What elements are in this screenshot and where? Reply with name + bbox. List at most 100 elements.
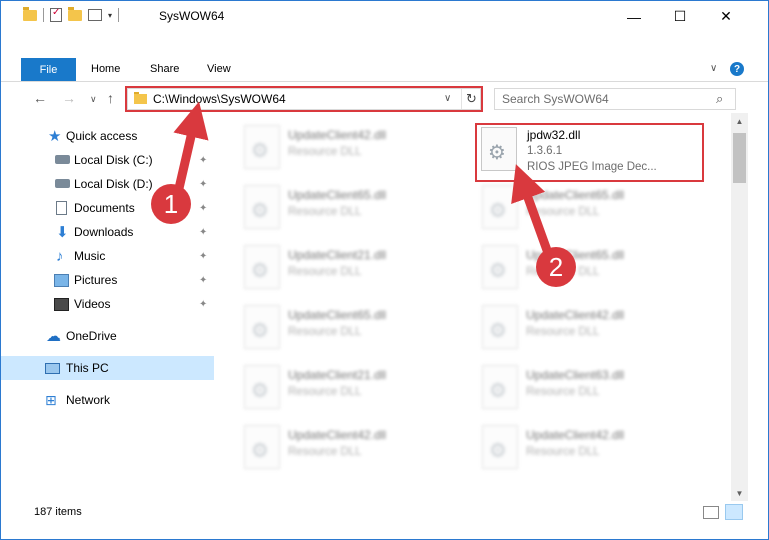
sidebar-item-label: This PC: [66, 361, 109, 375]
file-tile[interactable]: UpdateClient42.dll Resource DLL: [476, 421, 706, 477]
pin-icon[interactable]: ✦: [199, 299, 207, 310]
file-tile[interactable]: UpdateClient63.dll Resource DLL: [476, 361, 706, 417]
file-tile[interactable]: UpdateClient65.dll Resource DLL: [238, 301, 468, 357]
toolbar-separator: [118, 8, 120, 22]
tab-home[interactable]: Home: [91, 63, 120, 75]
file-type: Resource DLL: [526, 326, 600, 338]
details-view-icon[interactable]: [703, 506, 719, 519]
close-button[interactable]: ✕: [703, 1, 749, 32]
pin-icon[interactable]: ✦: [199, 251, 207, 262]
pin-icon[interactable]: ✦: [199, 227, 207, 238]
tab-view[interactable]: View: [207, 63, 231, 75]
dll-file-icon: [244, 185, 280, 229]
file-tile[interactable]: UpdateClient65.dll Resource DLL: [238, 181, 468, 237]
pin-icon[interactable]: ✦: [199, 155, 207, 166]
file-name: UpdateClient42.dll: [526, 428, 625, 442]
dll-file-icon: [244, 305, 280, 349]
sidebar-item-label: Quick access: [66, 129, 138, 143]
pin-icon[interactable]: ✦: [199, 203, 207, 214]
file-name: UpdateClient42.dll: [288, 428, 387, 442]
navigation-pane: ★ Quick access Local Disk (C:) ✦ Local D…: [1, 119, 214, 499]
sidebar-item-downloads[interactable]: ⬇ Downloads ✦: [1, 220, 214, 244]
file-tile[interactable]: UpdateClient65.dll Resource DLL: [476, 241, 706, 297]
file-tile-jpdw32[interactable]: jpdw32.dll 1.3.6.1 RIOS JPEG Image Dec..…: [477, 125, 702, 181]
dll-file-icon: [482, 365, 518, 409]
pin-icon[interactable]: ✦: [199, 179, 207, 190]
documents-icon: [56, 201, 67, 215]
file-tile[interactable]: UpdateClient21.dll Resource DLL: [238, 241, 468, 297]
tab-share[interactable]: Share: [150, 63, 179, 75]
sidebar-item-label: Pictures: [74, 273, 118, 287]
back-button[interactable]: ←: [33, 90, 47, 106]
properties-icon[interactable]: [50, 7, 62, 22]
file-type: Resource DLL: [526, 206, 600, 218]
file-name: UpdateClient21.dll: [288, 248, 387, 262]
minimize-button[interactable]: —: [611, 1, 657, 32]
recent-locations-button[interactable]: ∨: [90, 94, 97, 105]
network-icon: ⊞: [45, 391, 57, 408]
file-type: Resource DLL: [288, 326, 362, 338]
file-name: UpdateClient65.dll: [288, 308, 387, 322]
file-type: Resource DLL: [288, 266, 362, 278]
sidebar-item-documents[interactable]: Documents ✦: [1, 196, 214, 220]
tab-file[interactable]: File: [21, 58, 76, 81]
sidebar-item-this-pc[interactable]: This PC: [1, 356, 214, 380]
search-input[interactable]: Search SysWOW64: [502, 92, 609, 106]
sidebar-item-label: OneDrive: [66, 329, 117, 343]
sidebar-item-network[interactable]: ⊞ Network: [1, 388, 214, 412]
large-icons-view-icon[interactable]: [725, 504, 743, 520]
folder-icon: [23, 6, 37, 21]
file-type: Resource DLL: [288, 446, 362, 458]
sidebar-item-label: Local Disk (C:): [74, 153, 153, 167]
help-icon[interactable]: ?: [730, 62, 744, 76]
toolbar-separator: [43, 8, 44, 22]
dll-file-icon: [244, 425, 280, 469]
file-type: Resource DLL: [288, 386, 362, 398]
refresh-button[interactable]: ↻: [461, 89, 481, 109]
vertical-scrollbar[interactable]: ▲ ▼: [731, 113, 748, 501]
chevron-down-icon[interactable]: ∨: [444, 93, 451, 104]
music-icon: ♪: [56, 247, 64, 265]
sidebar-item-quick-access[interactable]: ★ Quick access: [1, 124, 214, 148]
file-tile[interactable]: UpdateClient42.dll Resource DLL: [238, 121, 468, 177]
file-tile[interactable]: UpdateClient42.dll Resource DLL: [238, 421, 468, 477]
sidebar-item-music[interactable]: ♪ Music ✦: [1, 244, 214, 268]
forward-button[interactable]: →: [62, 90, 76, 106]
address-bar[interactable]: C:\Windows\SysWOW64 ∨ ↻: [127, 88, 481, 110]
scroll-thumb[interactable]: [733, 133, 746, 183]
chevron-down-icon[interactable]: ∨: [710, 63, 717, 74]
file-type: Resource DLL: [526, 386, 600, 398]
file-tile[interactable]: UpdateClient21.dll Resource DLL: [238, 361, 468, 417]
scroll-up-icon[interactable]: ▲: [731, 117, 748, 126]
scroll-down-icon[interactable]: ▼: [731, 489, 748, 498]
sidebar-item-local-disk-c[interactable]: Local Disk (C:) ✦: [1, 148, 214, 172]
search-box[interactable]: Search SysWOW64 ⌕: [494, 88, 736, 110]
file-tile[interactable]: UpdateClient42.dll Resource DLL: [476, 301, 706, 357]
file-description: RIOS JPEG Image Dec...: [527, 161, 657, 173]
pin-icon[interactable]: ✦: [199, 275, 207, 286]
views-icon[interactable]: [88, 9, 102, 21]
address-path[interactable]: C:\Windows\SysWOW64: [153, 92, 286, 106]
file-type: Resource DLL: [288, 206, 362, 218]
star-icon: ★: [48, 127, 62, 145]
dll-file-icon: [482, 425, 518, 469]
item-count: 187 items: [34, 506, 82, 518]
file-name: UpdateClient65.dll: [526, 248, 625, 262]
search-icon[interactable]: ⌕: [716, 91, 723, 107]
file-type: Resource DLL: [526, 446, 600, 458]
sidebar-item-videos[interactable]: Videos ✦: [1, 292, 214, 316]
drive-icon: [55, 179, 70, 188]
dll-file-icon: [244, 365, 280, 409]
sidebar-item-local-disk-d[interactable]: Local Disk (D:) ✦: [1, 172, 214, 196]
customize-toolbar-dropdown-icon[interactable]: ▾: [108, 11, 112, 20]
maximize-button[interactable]: ☐: [657, 1, 703, 32]
sidebar-item-pictures[interactable]: Pictures ✦: [1, 268, 214, 292]
new-folder-icon[interactable]: [68, 6, 82, 21]
sidebar-item-label: Downloads: [74, 225, 134, 239]
up-button[interactable]: ↑: [107, 90, 114, 106]
title-bar: ▾ SysWOW64 — ☐ ✕: [1, 1, 768, 32]
sidebar-item-onedrive[interactable]: ☁ OneDrive: [1, 324, 214, 348]
quick-access-toolbar: ▾: [23, 6, 120, 22]
file-list: UpdateClient42.dll Resource DLL UpdateCl…: [214, 113, 731, 499]
file-tile[interactable]: UpdateClient65.dll Resource DLL: [476, 181, 706, 237]
